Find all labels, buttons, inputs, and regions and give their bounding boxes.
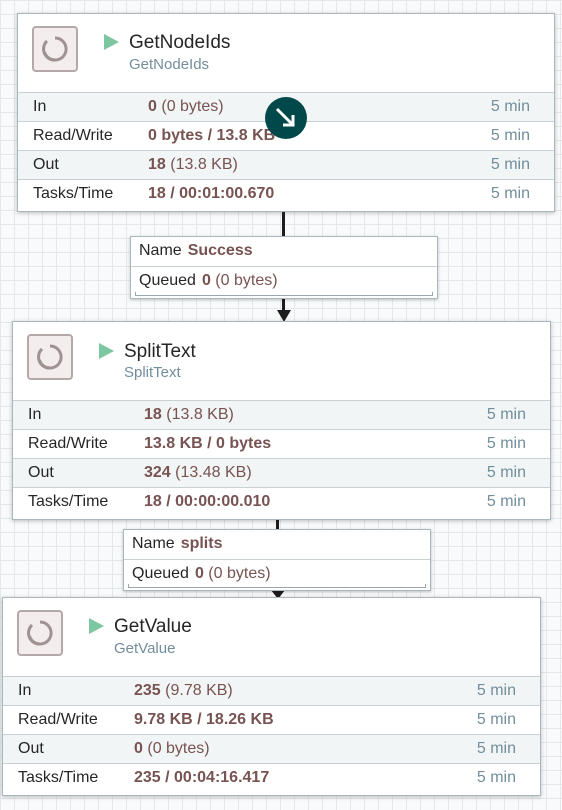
connection-name-row: Name splits (124, 530, 430, 559)
connection-queued-label: Queued (139, 272, 196, 289)
stat-label: Read/Write (33, 127, 113, 144)
processor-icon (17, 610, 63, 656)
processor-header: GetValue GetValue (3, 598, 540, 676)
stats-row-out: Out 18 (13.8 KB) 5 min (18, 150, 554, 179)
stats-row-out: Out 324 (13.48 KB) 5 min (13, 458, 550, 487)
processor-header: GetNodeIds GetNodeIds (18, 14, 554, 92)
processor-icon (27, 334, 73, 380)
processor-stats: In 18 (13.8 KB) 5 min Read/Write 13.8 KB… (13, 400, 550, 516)
play-icon (99, 343, 114, 359)
stat-value: 235 / 00:04:16.417 (134, 769, 270, 786)
stat-label: In (18, 682, 32, 699)
stat-label: In (33, 98, 47, 115)
connection-queued-value: 0 (194, 565, 204, 582)
stat-value: 18 (13.8 KB) (148, 156, 238, 173)
stat-label: Tasks/Time (28, 493, 109, 510)
processor-type: GetNodeIds (129, 56, 210, 73)
stat-time: 5 min (490, 156, 530, 173)
stat-label: Out (18, 740, 44, 757)
processor-type: GetValue (114, 640, 176, 657)
processor-name: GetNodeIds (129, 32, 231, 53)
stats-row-readwrite: Read/Write 9.78 KB / 18.26 KB 5 min (3, 705, 540, 734)
connection-line[interactable] (282, 298, 285, 310)
stat-value: 0 (0 bytes) (148, 98, 224, 115)
connection-name-row: Name Success (131, 237, 437, 266)
processor-type: SplitText (124, 364, 181, 381)
connection-queued-label: Queued (132, 565, 189, 582)
stat-time: 5 min (476, 769, 516, 786)
stat-value: 13.8 KB / 0 bytes (144, 435, 272, 452)
connection-queued-row: Queued 0 (0 bytes) (131, 266, 437, 295)
stats-row-tasks: Tasks/Time 235 / 00:04:16.417 5 min (3, 763, 540, 792)
connection-label-splits[interactable]: Name splits Queued 0 (0 bytes) (123, 529, 431, 591)
stat-label: Out (33, 156, 59, 173)
play-icon (89, 618, 104, 634)
connection-line[interactable] (276, 520, 279, 529)
stats-row-readwrite: Read/Write 13.8 KB / 0 bytes 5 min (13, 429, 550, 458)
connection-label-success[interactable]: Name Success Queued 0 (0 bytes) (130, 236, 438, 299)
stat-time: 5 min (486, 493, 526, 510)
stat-value: 0 (0 bytes) (134, 740, 210, 757)
connection-line[interactable] (282, 212, 285, 236)
connection-queued-value: 0 (201, 272, 211, 289)
connection-queued-detail: (0 bytes) (208, 565, 271, 582)
stat-value: 9.78 KB / 18.26 KB (134, 711, 274, 728)
processor-header: SplitText SplitText (13, 322, 550, 400)
stat-time: 5 min (486, 464, 526, 481)
processor-getvalue[interactable]: GetValue GetValue In 235 (9.78 KB) 5 min… (2, 597, 541, 796)
stat-label: Out (28, 464, 54, 481)
play-icon (104, 34, 119, 50)
connection-name-label: Name (139, 242, 182, 259)
stat-label: Read/Write (28, 435, 108, 452)
processor-stats: In 235 (9.78 KB) 5 min Read/Write 9.78 K… (3, 676, 540, 792)
processor-name: SplitText (124, 341, 196, 362)
stats-row-tasks: Tasks/Time 18 / 00:00:00.010 5 min (13, 487, 550, 516)
connection-name-label: Name (132, 535, 175, 552)
stat-value: 18 / 00:00:00.010 (144, 493, 271, 510)
queue-bar (135, 292, 433, 296)
processor-icon (32, 26, 78, 72)
stat-label: Read/Write (18, 711, 98, 728)
stat-label: In (28, 406, 42, 423)
stat-value: 18 (13.8 KB) (144, 406, 234, 423)
queue-bar (128, 584, 426, 588)
processor-splittext[interactable]: SplitText SplitText In 18 (13.8 KB) 5 mi… (12, 321, 551, 520)
stat-value: 324 (13.48 KB) (144, 464, 252, 481)
stats-row-tasks: Tasks/Time 18 / 00:01:00.670 5 min (18, 179, 554, 208)
connection-name-value: Success (187, 242, 253, 259)
connection-name-value: splits (180, 535, 223, 552)
connection-queued-detail: (0 bytes) (215, 272, 278, 289)
stat-label: Tasks/Time (33, 185, 114, 202)
stat-value: 0 bytes / 13.8 KB (148, 127, 276, 144)
stats-row-in: In 235 (9.78 KB) 5 min (3, 676, 540, 705)
stat-value: 18 / 00:01:00.670 (148, 185, 275, 202)
stat-label: Tasks/Time (18, 769, 99, 786)
stat-time: 5 min (490, 185, 530, 202)
processor-name: GetValue (114, 616, 192, 637)
stat-time: 5 min (476, 682, 516, 699)
stat-time: 5 min (486, 435, 526, 452)
stat-time: 5 min (490, 98, 530, 115)
stat-value: 235 (9.78 KB) (134, 682, 233, 699)
stat-time: 5 min (490, 127, 530, 144)
stats-row-out: Out 0 (0 bytes) 5 min (3, 734, 540, 763)
stats-row-in: In 18 (13.8 KB) 5 min (13, 400, 550, 429)
stat-time: 5 min (476, 740, 516, 757)
expand-arrow-icon[interactable] (265, 97, 307, 139)
stat-time: 5 min (486, 406, 526, 423)
stat-time: 5 min (476, 711, 516, 728)
